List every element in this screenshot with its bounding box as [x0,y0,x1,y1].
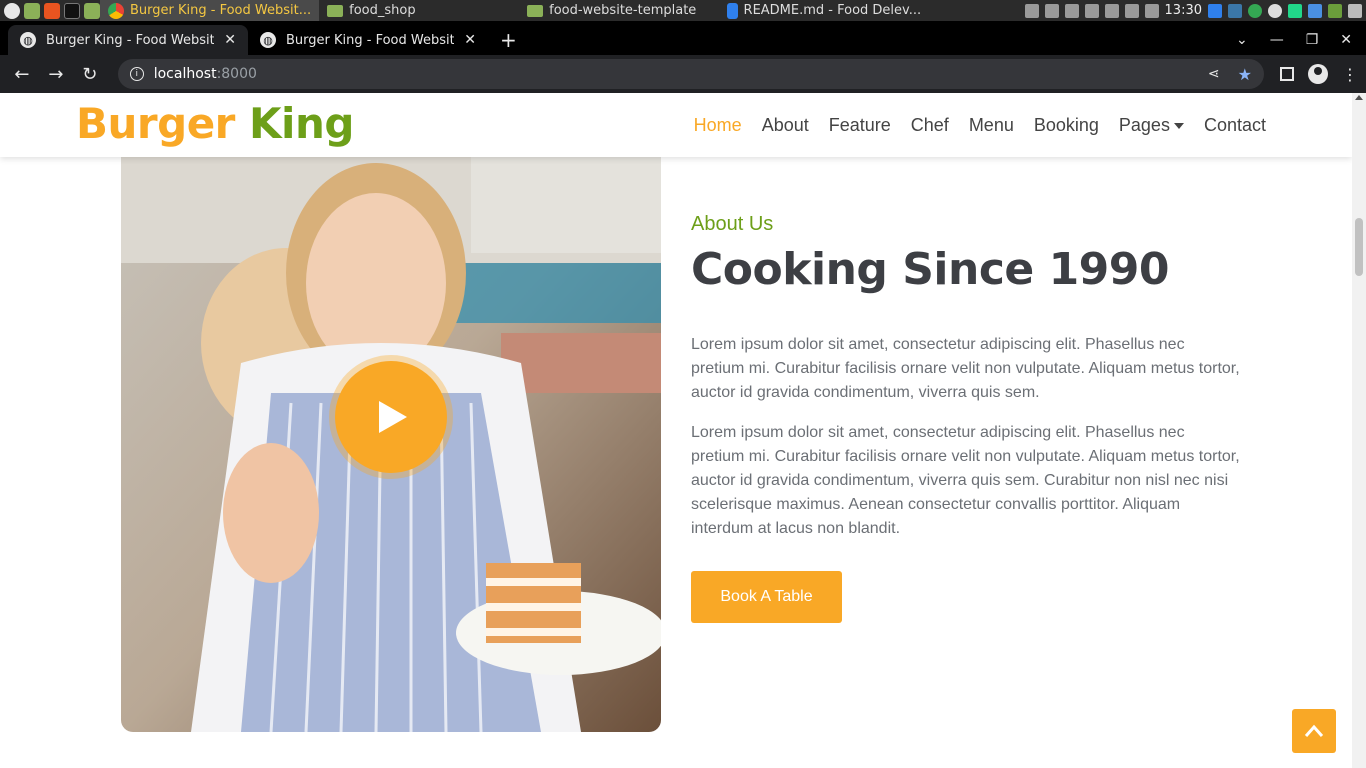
section-heading: Cooking Since 1990 [691,244,1170,295]
back-to-top-button[interactable] [1292,709,1336,753]
launcher-icons [0,2,100,19]
book-table-button[interactable]: Book A Table [691,571,842,623]
nav-chef[interactable]: Chef [911,115,949,136]
nav-feature[interactable]: Feature [829,115,891,136]
tab-title: Burger King - Food Website Te [286,32,455,48]
taskbar-task-vscode[interactable]: README.md - Food Delev... [719,0,929,21]
taskbar-task-label: food-website-template [549,3,697,18]
close-window-icon[interactable]: ✕ [1340,32,1352,48]
tab-title: Burger King - Food Website Te [46,32,215,48]
web-page: Burger King Home About Feature Chef Menu… [0,93,1352,768]
page-scrollbar[interactable] [1352,93,1366,768]
menu-icon[interactable] [4,2,20,19]
folder-icon [327,4,344,17]
nav-pages-label: Pages [1118,115,1170,135]
chrome-icon [108,2,124,19]
nav-menu: Home About Feature Chef Menu Booking Pag… [694,115,1266,136]
forward-icon[interactable]: → [42,60,70,88]
vscode-tray-icon[interactable] [1208,3,1222,18]
browser-toolbar: ← → ↻ i localhost:8000 ⋖ ★ ⋮ [0,55,1366,93]
taskbar-task-label: Burger King - Food Websit... [130,3,312,18]
close-tab-icon[interactable]: ✕ [464,32,476,48]
site-logo[interactable]: Burger King [76,99,354,148]
os-taskbar: Burger King - Food Websit... food_shop f… [0,0,1366,21]
vscode-icon [727,2,738,19]
notifications-icon[interactable] [1024,3,1039,18]
python-icon[interactable] [1228,3,1242,18]
profile-icon[interactable] [1308,64,1328,84]
taskbar-task-label: README.md - Food Delev... [743,3,922,18]
terminal-icon[interactable] [64,2,80,19]
nav-about[interactable]: About [762,115,809,136]
section-eyebrow: About Us [691,213,774,235]
browser-tab-strip: ◍ Burger King - Food Website Te ✕ ◍ Burg… [0,21,1366,55]
nav-home[interactable]: Home [694,115,742,136]
about-paragraph-2: Lorem ipsum dolor sit amet, consectetur … [691,424,1240,537]
taskbar-task-folder[interactable]: food_shop [319,0,519,21]
ubuntu-icon[interactable] [44,2,60,19]
globe-icon: ◍ [260,32,276,48]
globe-icon: ◍ [20,32,36,48]
scrollbar-thumb[interactable] [1355,218,1363,276]
taskbar-task-folder[interactable]: food-website-template [519,0,719,21]
site-info-icon[interactable]: i [129,67,144,81]
about-section: About Us Cooking Since 1990 Lorem ipsum … [691,213,1241,623]
power-icon[interactable] [1348,3,1362,18]
update-icon[interactable] [1124,3,1139,18]
wifi-icon[interactable] [1104,3,1119,18]
url-host: localhost [153,66,217,82]
menu-kebab-icon[interactable]: ⋮ [1342,65,1358,84]
url-port: :8000 [216,66,257,82]
play-icon [379,401,407,433]
taskbar-task-browser[interactable]: Burger King - Food Websit... [100,0,320,21]
github-icon[interactable] [1268,3,1282,18]
logo-word-1: Burger [76,99,235,148]
play-video-button[interactable] [335,361,447,473]
share-icon[interactable]: ⋖ [1208,66,1220,82]
close-tab-icon[interactable]: ✕ [224,32,236,48]
address-bar[interactable]: i localhost:8000 ⋖ ★ [117,59,1264,89]
nav-menu[interactable]: Menu [969,115,1014,136]
taskbar-task-label: food_shop [349,3,416,18]
pycharm-icon[interactable] [1288,3,1302,18]
scroll-up-icon[interactable] [1355,95,1363,100]
chevron-up-icon [1304,724,1324,737]
nav-booking[interactable]: Booking [1034,115,1099,136]
clipboard-icon[interactable] [1064,3,1079,18]
browser-tab[interactable]: ◍ Burger King - Food Website Te ✕ [8,25,248,55]
minimize-icon[interactable]: — [1270,32,1284,48]
window-controls: ⌄ — ❐ ✕ [1236,25,1366,55]
new-tab-icon[interactable]: + [500,25,517,55]
files-icon[interactable] [24,2,40,19]
folder-icon[interactable] [84,2,100,19]
clock[interactable]: 13:30 [1165,3,1202,18]
side-panel-icon[interactable] [1280,67,1294,81]
caret-down-icon [1173,123,1184,130]
site-navbar: Burger King Home About Feature Chef Menu… [0,93,1352,157]
chrome-tray-icon[interactable] [1248,3,1262,18]
leaf-icon[interactable] [1328,3,1342,18]
nav-contact[interactable]: Contact [1204,115,1266,136]
maximize-icon[interactable]: ❐ [1306,32,1319,48]
nav-pages[interactable]: Pages [1119,115,1184,136]
back-icon[interactable]: ← [8,60,36,88]
about-chef-image [121,133,661,732]
reload-icon[interactable]: ↻ [76,60,104,88]
about-paragraph-1: Lorem ipsum dolor sit amet, consectetur … [691,336,1240,401]
tab-search-icon[interactable]: ⌄ [1236,32,1248,48]
bookmark-star-icon[interactable]: ★ [1238,65,1252,84]
folder-icon [527,4,544,17]
system-tray: 13:30 [1024,3,1366,18]
dropdown-icon[interactable] [1308,3,1322,18]
logo-word-2: King [249,99,354,148]
bluetooth-icon[interactable] [1044,3,1059,18]
shield-icon[interactable] [1084,3,1099,18]
volume-icon[interactable] [1144,3,1159,18]
browser-tab[interactable]: ◍ Burger King - Food Website Te ✕ [248,25,488,55]
